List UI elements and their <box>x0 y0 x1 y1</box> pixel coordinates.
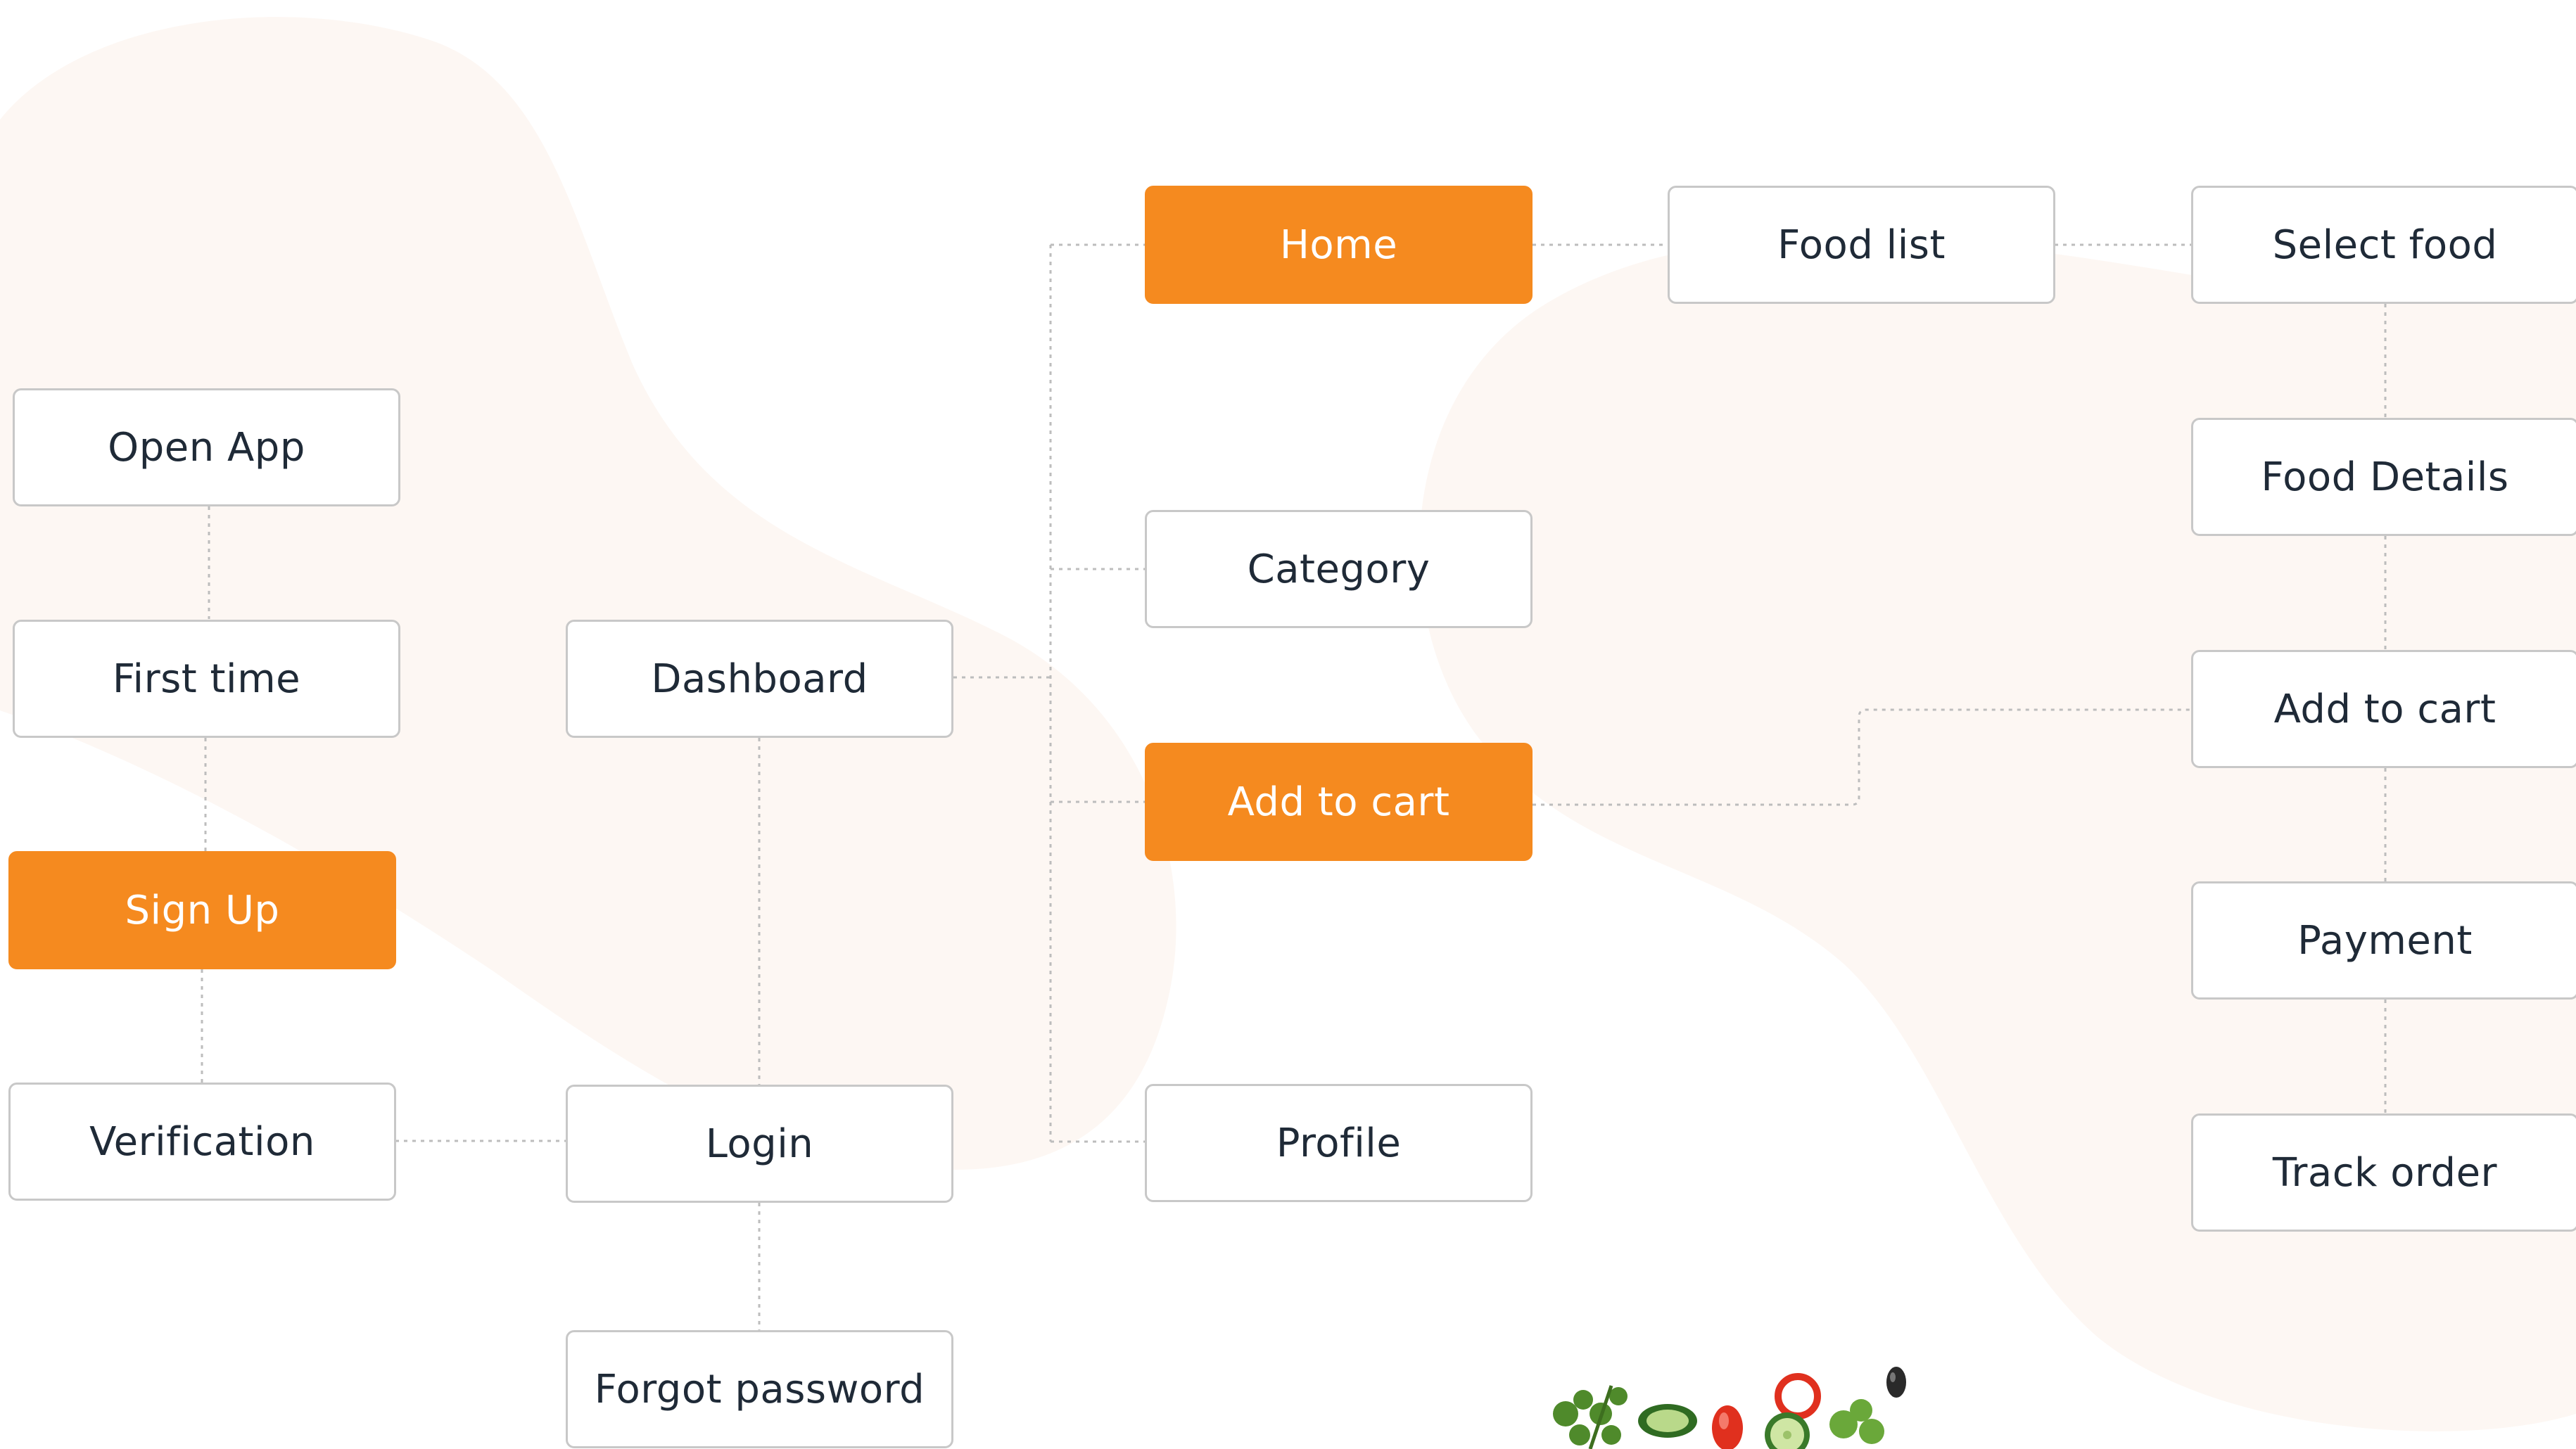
cucumber-slice-icon <box>1638 1404 1697 1438</box>
bell-pepper-ring-icon <box>1775 1373 1821 1419</box>
olive-icon <box>1886 1367 1906 1398</box>
vegetables-illustration <box>1553 1367 1906 1449</box>
tomato-icon <box>1712 1405 1743 1449</box>
parsley-leaves-icon <box>1553 1385 1628 1449</box>
lettuce-icon <box>1829 1399 1884 1444</box>
flow-diagram-canvas: Open App First time Sign Up Verification… <box>0 0 2576 1449</box>
